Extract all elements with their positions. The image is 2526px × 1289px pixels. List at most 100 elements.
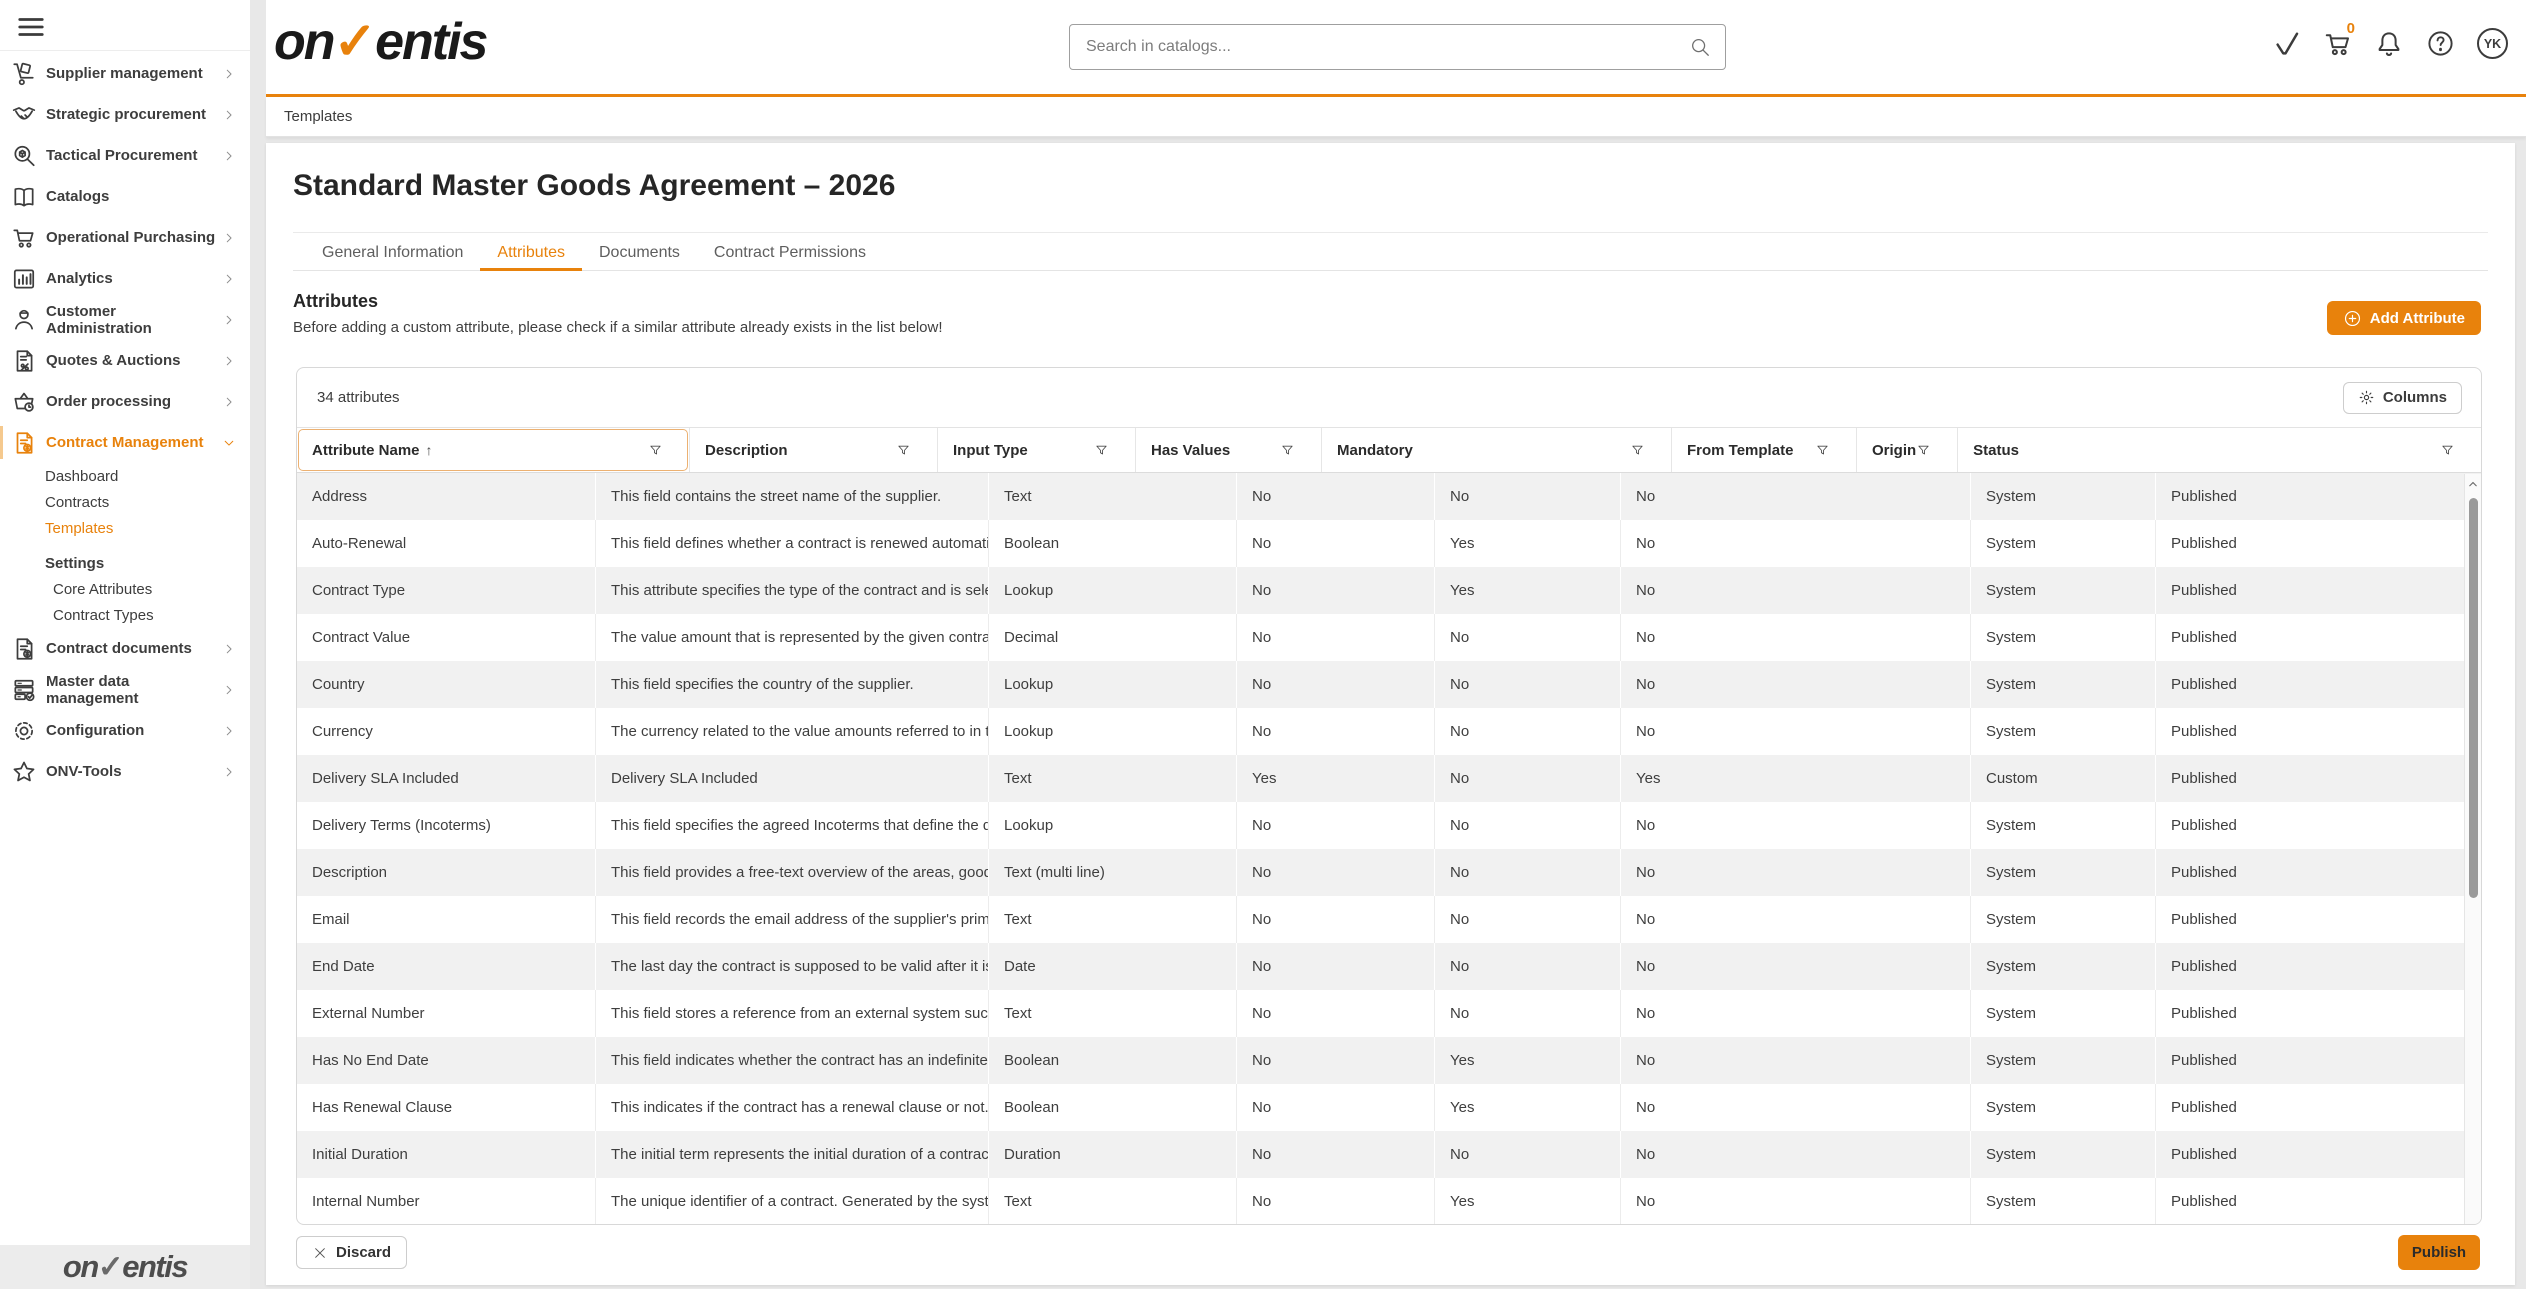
cell-attribute-name: Has Renewal Clause [297,1084,596,1131]
table-row[interactable]: End Date The last day the contract is su… [297,943,2481,990]
cell-attribute-name: Email [297,896,596,943]
cell-origin: System [1971,661,2156,708]
filter-icon[interactable] [648,443,663,458]
filter-icon[interactable] [1630,443,1645,458]
cell-status: Published [2156,1037,2481,1084]
sidebar-item[interactable]: Supplier management [0,53,250,94]
sidebar-item[interactable]: Dashboard [0,463,250,489]
sidebar-item[interactable]: Catalogs [0,176,250,217]
cell-status: Published [2156,708,2481,755]
discard-button[interactable]: Discard [296,1236,407,1269]
column-header[interactable]: Input Type ↑ [938,428,1136,472]
filter-icon[interactable] [896,443,911,458]
filter-icon[interactable] [1280,443,1295,458]
table-row[interactable]: Address This field contains the street n… [297,473,2481,520]
cell-origin: System [1971,1037,2156,1084]
columns-button[interactable]: Columns [2343,382,2462,414]
sidebar-item[interactable]: ONV-Tools [0,751,250,792]
sidebar-item[interactable]: Contract documents [0,628,250,669]
table-row[interactable]: Contract Type This attribute specifies t… [297,567,2481,614]
cell-attribute-name: Has No End Date [297,1037,596,1084]
sidebar-item-label: Contract Types [53,607,154,624]
table-row[interactable]: Currency The currency related to the val… [297,708,2481,755]
attribute-count: 34 attributes [317,389,400,406]
table-row[interactable]: External Number This field stores a refe… [297,990,2481,1037]
sidebar-item[interactable]: Templates [0,515,250,541]
table-row[interactable]: Contract Value The value amount that is … [297,614,2481,661]
onventis-check-icon[interactable] [2272,29,2302,59]
cell-description: This field indicates whether the contrac… [596,1037,989,1084]
search-icon[interactable] [1689,36,1711,58]
sidebar-item[interactable]: Customer Administration [0,299,250,340]
chevron-down-icon [222,436,236,450]
sidebar-item[interactable]: Analytics [0,258,250,299]
table-row[interactable]: Initial Duration The initial term repres… [297,1131,2481,1178]
supplier-management-icon [10,61,38,87]
sidebar-item[interactable]: Quotes & Auctions [0,340,250,381]
sidebar-item[interactable]: Tactical Procurement [0,135,250,176]
column-header[interactable]: Origin ↑ [1857,428,1958,472]
help-icon[interactable] [2425,28,2456,59]
cell-origin: System [1971,1178,2156,1225]
column-header[interactable]: Attribute Name ↑ [297,428,690,472]
sidebar-item[interactable]: Strategic procurement [0,94,250,135]
publish-button[interactable]: Publish [2398,1235,2480,1270]
chevron-right-icon [222,272,236,286]
breadcrumb[interactable]: Templates [284,108,352,125]
table-row[interactable]: Delivery SLA Included Delivery SLA Inclu… [297,755,2481,802]
avatar[interactable]: YK [2477,28,2508,59]
tab[interactable]: General Information [305,235,480,270]
sidebar-item[interactable]: Contracts [0,489,250,515]
column-header[interactable]: Description ↑ [690,428,938,472]
sidebar-item-label: Analytics [46,270,113,287]
cell-status: Published [2156,849,2481,896]
sidebar-item[interactable]: Configuration [0,710,250,751]
table-row[interactable]: Email This field records the email addre… [297,896,2481,943]
column-header[interactable]: Has Values ↑ [1136,428,1322,472]
add-attribute-button[interactable]: Add Attribute [2327,301,2481,335]
column-header[interactable]: From Template ↑ [1672,428,1857,472]
cell-has-values: No [1237,614,1435,661]
filter-icon[interactable] [2440,443,2455,458]
sidebar-item[interactable]: Settings [0,550,250,576]
cell-description: This field provides a free-text overview… [596,849,989,896]
cell-has-values: No [1237,1131,1435,1178]
cart-button[interactable]: 0 [2323,29,2353,59]
table-row[interactable]: Has Renewal Clause This indicates if the… [297,1084,2481,1131]
hamburger-menu-button[interactable] [12,12,50,42]
cell-description: This field records the email address of … [596,896,989,943]
plus-circle-icon [2343,309,2362,328]
column-header[interactable]: Status ↑ [1958,428,2481,472]
cell-origin: System [1971,567,2156,614]
cell-attribute-name: Delivery Terms (Incoterms) [297,802,596,849]
sidebar-item[interactable]: Contract Management [0,422,250,463]
table-row[interactable]: Delivery Terms (Incoterms) This field sp… [297,802,2481,849]
table-row[interactable]: Internal Number The unique identifier of… [297,1178,2481,1225]
bell-icon[interactable] [2374,29,2404,59]
cell-has-values: No [1237,473,1435,520]
sidebar-item[interactable]: Master data management [0,669,250,710]
chevron-right-icon [222,354,236,368]
table-row[interactable]: Description This field provides a free-t… [297,849,2481,896]
sidebar-item[interactable]: Contract Types [0,602,250,628]
table-row[interactable]: Country This field specifies the country… [297,661,2481,708]
scroll-up-icon[interactable] [2466,477,2480,491]
table-row[interactable]: Has No End Date This field indicates whe… [297,1037,2481,1084]
filter-icon[interactable] [1916,443,1931,458]
tab[interactable]: Contract Permissions [697,235,883,270]
sidebar-item[interactable]: Order processing [0,381,250,422]
scrollbar-thumb[interactable] [2469,498,2478,898]
filter-icon[interactable] [1094,443,1109,458]
footer-logo-text: on [63,1249,98,1284]
cell-input-type: Lookup [989,802,1237,849]
search-input[interactable] [1070,38,1689,56]
sidebar-item[interactable]: Core Attributes [0,576,250,602]
chevron-right-icon [222,149,236,163]
sidebar-item[interactable]: Operational Purchasing [0,217,250,258]
table-row[interactable]: Auto-Renewal This field defines whether … [297,520,2481,567]
column-header[interactable]: Mandatory ↑ [1322,428,1672,472]
tab[interactable]: Attributes [480,235,582,270]
filter-icon[interactable] [1815,443,1830,458]
cell-has-values: No [1237,1084,1435,1131]
tab[interactable]: Documents [582,235,697,270]
